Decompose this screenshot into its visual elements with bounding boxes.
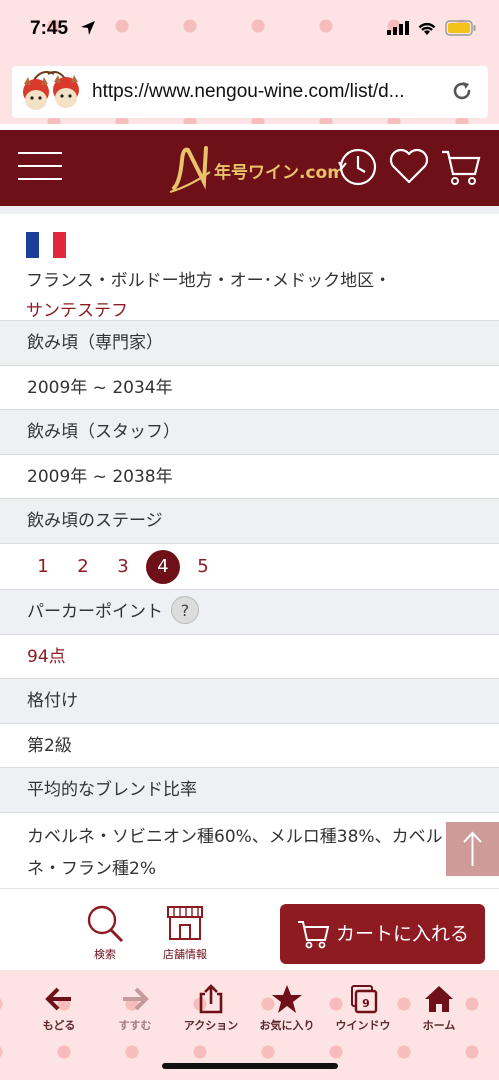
search-button[interactable]: 検索: [82, 903, 128, 962]
wifi-icon: [418, 22, 436, 35]
cart-icon[interactable]: [439, 144, 483, 188]
france-flag-icon: [26, 232, 66, 258]
share-icon: [199, 984, 223, 1014]
store-info-button[interactable]: 店舗情報: [160, 903, 210, 962]
search-label: 検索: [94, 948, 116, 961]
url-bar[interactable]: https://www.nengou-wine.com/list/d...: [12, 66, 488, 118]
browser-chrome: 7:45 https://www.nengou-wine.com/list/d.…: [0, 0, 499, 124]
action-label: アクション: [183, 1019, 239, 1032]
stage-1: 1: [37, 555, 49, 577]
forward-button[interactable]: すすむ: [100, 984, 170, 1033]
blend-label: 平均的なブレンド比率: [0, 767, 499, 812]
back-label: もどる: [42, 1019, 76, 1032]
scroll-to-top-button[interactable]: [446, 822, 499, 876]
help-icon[interactable]: ?: [171, 596, 199, 624]
store-label: 店舗情報: [163, 948, 207, 961]
status-bar: 7:45: [0, 0, 499, 58]
favorites-button[interactable]: お気に入り: [252, 984, 322, 1033]
favorite-heart-icon[interactable]: [387, 144, 431, 188]
status-time: 7:45: [30, 18, 69, 39]
stage-4-active: 4: [146, 549, 180, 584]
mascot-logo: [23, 71, 79, 110]
parker-points-label: パーカーポイント?: [0, 589, 499, 634]
windows-icon: 9: [351, 985, 378, 1014]
drinking-expert-value: 2009年 ~ 2034年: [0, 365, 499, 409]
menu-icon[interactable]: [18, 152, 62, 184]
add-to-cart-label: カートに入れる: [336, 923, 470, 945]
stage-label: 飲み頃のステージ: [0, 498, 499, 543]
forward-arrow-icon: [123, 987, 149, 1011]
cart-icon: [298, 921, 330, 949]
rank-value: 第2級: [0, 723, 499, 767]
back-arrow-icon: [45, 987, 71, 1011]
signal-icon: [387, 21, 409, 35]
sticky-action-bar: 検索 店舗情報 カートに入れる: [0, 888, 499, 970]
location-arrow-icon: [81, 21, 95, 35]
stage-3: 3: [117, 555, 129, 577]
svg-text:9: 9: [362, 997, 370, 1010]
home-indicator: [162, 1063, 338, 1069]
windows-button[interactable]: 9 ウインドウ: [328, 984, 398, 1033]
favorites-label: お気に入り: [259, 1019, 315, 1032]
home-button[interactable]: ホーム: [404, 984, 474, 1033]
forward-label: すすむ: [118, 1019, 152, 1032]
wine-details: フランス・ボルドー地方・オー･メドック地区・ サンテステフ 飲み頃（専門家） 2…: [0, 206, 499, 888]
url-text[interactable]: https://www.nengou-wine.com/list/d...: [92, 81, 444, 103]
reload-icon[interactable]: [450, 79, 474, 103]
add-to-cart-button[interactable]: カートに入れる: [280, 904, 485, 964]
site-logo[interactable]: 年号ワイン.com: [169, 142, 345, 200]
arrow-up-icon: [463, 831, 482, 866]
drinking-staff-label: 飲み頃（スタッフ）: [0, 409, 499, 454]
parker-points-value: 94点: [0, 634, 499, 678]
windows-label: ウインドウ: [335, 1019, 391, 1032]
battery-icon: [445, 20, 476, 36]
site-header: 年号ワイン.com: [0, 130, 499, 206]
home-label: ホーム: [422, 1019, 456, 1032]
action-button[interactable]: アクション: [176, 984, 246, 1033]
svg-text:年号ワイン.com: 年号ワイン.com: [214, 162, 340, 183]
store-icon: [167, 906, 203, 940]
region-block: フランス・ボルドー地方・オー･メドック地区・ サンテステフ: [0, 206, 499, 321]
region-text: フランス・ボルドー地方・オー･メドック地区・: [26, 271, 392, 291]
stage-5: 5: [197, 555, 209, 577]
stage-2: 2: [77, 555, 89, 577]
drinking-staff-value: 2009年 ~ 2038年: [0, 454, 499, 498]
drinking-expert-label: 飲み頃（専門家）: [0, 320, 499, 365]
parker-points-label-text: パーカーポイント: [27, 602, 163, 622]
home-icon: [425, 986, 453, 1012]
search-icon: [87, 905, 124, 943]
blend-value: カベルネ・ソビニオン種60%、メルロ種38%、カベルネ・フラン種2%: [0, 812, 499, 888]
history-clock-icon[interactable]: [335, 144, 379, 188]
back-button[interactable]: もどる: [24, 984, 94, 1033]
rank-label: 格付け: [0, 678, 499, 723]
star-icon: [272, 985, 302, 1013]
stage-selector: 1 2 3 4 5: [0, 543, 499, 589]
